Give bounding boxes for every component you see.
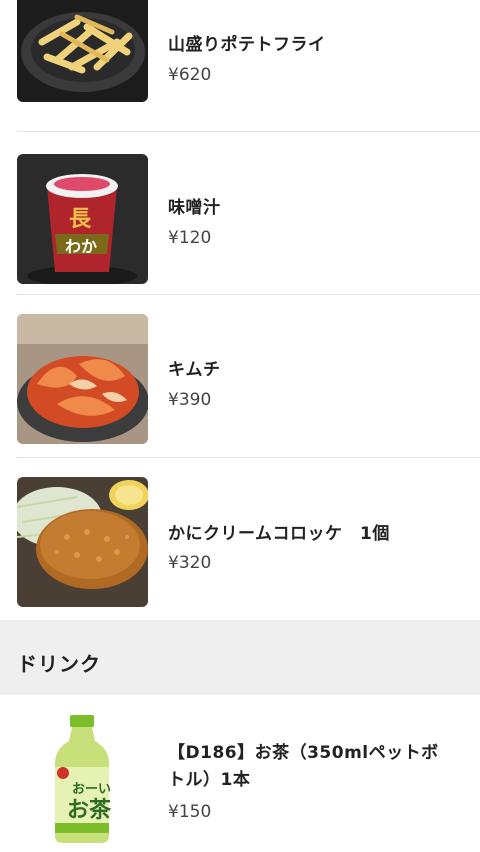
svg-text:お茶: お茶 bbox=[67, 798, 112, 823]
item-name: 味噌汁 bbox=[168, 198, 221, 218]
item-price: ¥620 bbox=[168, 65, 212, 85]
svg-text:わか: わか bbox=[65, 237, 97, 256]
item-name: キムチ bbox=[168, 360, 221, 380]
svg-text:おーい: おーい bbox=[72, 782, 111, 797]
item-price: ¥320 bbox=[168, 553, 212, 573]
item-price: ¥120 bbox=[168, 228, 212, 248]
section-title: ドリンク bbox=[17, 652, 101, 676]
green-tea-bottle-image: おーい お茶 bbox=[17, 715, 148, 845]
item-name: 山盛りポテトフライ bbox=[168, 35, 326, 55]
menu-item-kimchi[interactable]: キムチ ¥390 bbox=[0, 295, 480, 457]
menu-item-green-tea[interactable]: おーい お茶 【D186】お茶（350mlペットボトル）1本 ¥150 bbox=[0, 695, 480, 852]
item-price: ¥390 bbox=[168, 390, 212, 410]
menu-item-miso-soup[interactable]: 長 わか 味噌汁 ¥120 bbox=[0, 132, 480, 294]
menu-item-crab-croquette[interactable]: かにクリームコロッケ 1個 ¥320 bbox=[0, 458, 480, 620]
miso-soup-cup-image: 長 わか bbox=[17, 154, 148, 284]
item-name: かにクリームコロッケ 1個 bbox=[168, 524, 390, 544]
drinks-section-header: ドリンク bbox=[0, 620, 480, 695]
kimchi-image bbox=[17, 314, 148, 444]
french-fries-image bbox=[17, 0, 148, 102]
item-price: ¥150 bbox=[168, 802, 212, 822]
svg-text:長: 長 bbox=[69, 207, 92, 232]
menu-item-fries[interactable]: 山盛りポテトフライ ¥620 bbox=[0, 0, 480, 130]
item-name: 【D186】お茶（350mlペットボトル）1本 bbox=[168, 743, 439, 790]
crab-cream-croquette-image bbox=[17, 477, 148, 607]
